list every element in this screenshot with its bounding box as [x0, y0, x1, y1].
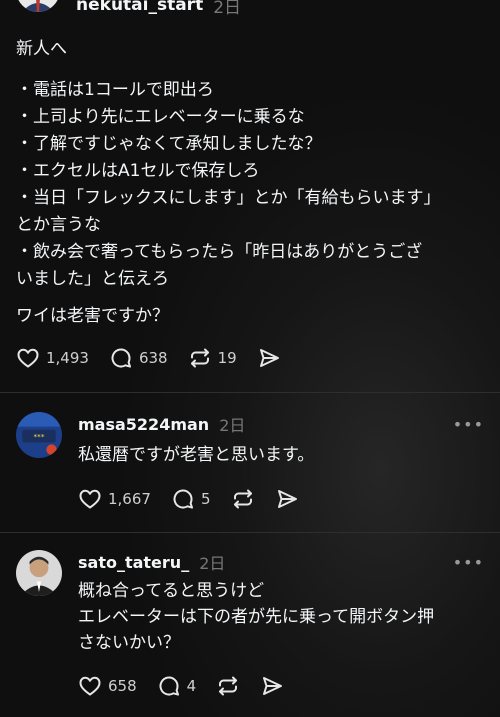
reply-text: さないかい？ [78, 633, 180, 653]
reply-username[interactable]: sato_tateru_ [78, 553, 189, 572]
reply-actions: 658 4 [78, 672, 486, 700]
heart-icon [79, 489, 101, 509]
share-button[interactable] [260, 674, 284, 698]
like-button[interactable]: 658 [78, 674, 137, 698]
post-line: 新人へ [16, 39, 67, 59]
repost-count: 19 [217, 349, 237, 367]
reply-time: 2日 [219, 416, 246, 435]
svg-text:***: *** [34, 432, 45, 441]
avatar-masa[interactable]: *** [16, 412, 62, 458]
reply-text: 概ね合ってると思うけど [78, 581, 265, 601]
comment-count: 638 [138, 349, 168, 367]
comment-icon [159, 676, 179, 696]
reply-item: sato_tateru_ 2日 ••• 概ね合ってると思うけど エレベーターは下… [16, 550, 486, 700]
like-button[interactable]: 1,493 [16, 346, 89, 370]
heart-icon [79, 676, 101, 696]
top-post-header: nekutai_start 2日 [16, 0, 241, 18]
more-icon[interactable]: ••• [453, 415, 484, 434]
post-line: ・電話は1コールで即出ろ [16, 80, 214, 100]
post-line [16, 63, 486, 77]
post-line: とか言うな [16, 215, 101, 235]
share-button[interactable] [257, 346, 281, 370]
post-line: ・飲み会で奢ってもらったら「昨日はありがとうござ [16, 242, 423, 262]
reply-text: エレベーターは下の者が先に乗って開ボタン押 [78, 607, 435, 627]
post-line: いました」と伝えろ [16, 269, 169, 289]
comment-count: 5 [200, 490, 211, 508]
reply-item: *** masa5224man 2日 ••• 私還暦ですが老害と思います。 1,… [16, 412, 486, 513]
heart-icon [17, 348, 39, 368]
like-count: 1,667 [108, 490, 151, 508]
avatar-sato[interactable] [16, 550, 62, 596]
repost-button[interactable]: 19 [188, 346, 237, 370]
comment-button[interactable]: 4 [157, 674, 197, 698]
reply-username[interactable]: masa5224man [78, 415, 209, 434]
divider [0, 532, 500, 533]
avatar-nekutai[interactable] [16, 0, 60, 12]
repost-icon [190, 348, 209, 368]
top-post-username[interactable]: nekutai_start [76, 0, 203, 15]
share-icon [259, 349, 279, 367]
divider [0, 392, 500, 393]
post-line: ・当日「フレックスにします」とか「有給もらいます」 [16, 188, 441, 208]
share-icon [277, 490, 297, 508]
repost-button[interactable] [231, 487, 255, 511]
post-line: ・了解ですじゃなくて承知しましたな？ [16, 134, 322, 154]
post-line: ・エクセルはA1セルで保存しろ [16, 161, 260, 181]
repost-button[interactable] [216, 674, 240, 698]
repost-icon [219, 676, 238, 696]
like-count: 658 [108, 677, 137, 695]
comment-button[interactable]: 638 [109, 346, 168, 370]
like-button[interactable]: 1,667 [78, 487, 151, 511]
top-post-time: 2日 [213, 0, 242, 18]
more-icon[interactable]: ••• [453, 553, 484, 572]
comment-count: 4 [186, 677, 197, 695]
thread-screen: nekutai_start 2日 新人へ ・電話は1コールで即出ろ ・上司より先… [0, 0, 500, 717]
share-icon [263, 677, 283, 695]
post-line: ワイは老害ですか？ [16, 306, 169, 326]
post-line: ・上司より先にエレベーターに乗るな [16, 107, 305, 127]
reply-actions: 1,667 5 [78, 485, 486, 513]
like-count: 1,493 [46, 349, 89, 367]
reply-text: 私還暦ですが老害と思います。 [78, 445, 315, 465]
comment-button[interactable]: 5 [171, 487, 211, 511]
share-button[interactable] [275, 487, 299, 511]
repost-icon [233, 489, 252, 509]
post-line [16, 293, 486, 303]
main-post-actions: 1,493 638 19 [16, 344, 486, 372]
reply-time: 2日 [199, 554, 226, 573]
comment-icon [173, 489, 193, 509]
main-post: 新人へ ・電話は1コールで即出ろ ・上司より先にエレベーターに乗るな ・了解です… [16, 36, 486, 372]
comment-icon [111, 348, 131, 368]
